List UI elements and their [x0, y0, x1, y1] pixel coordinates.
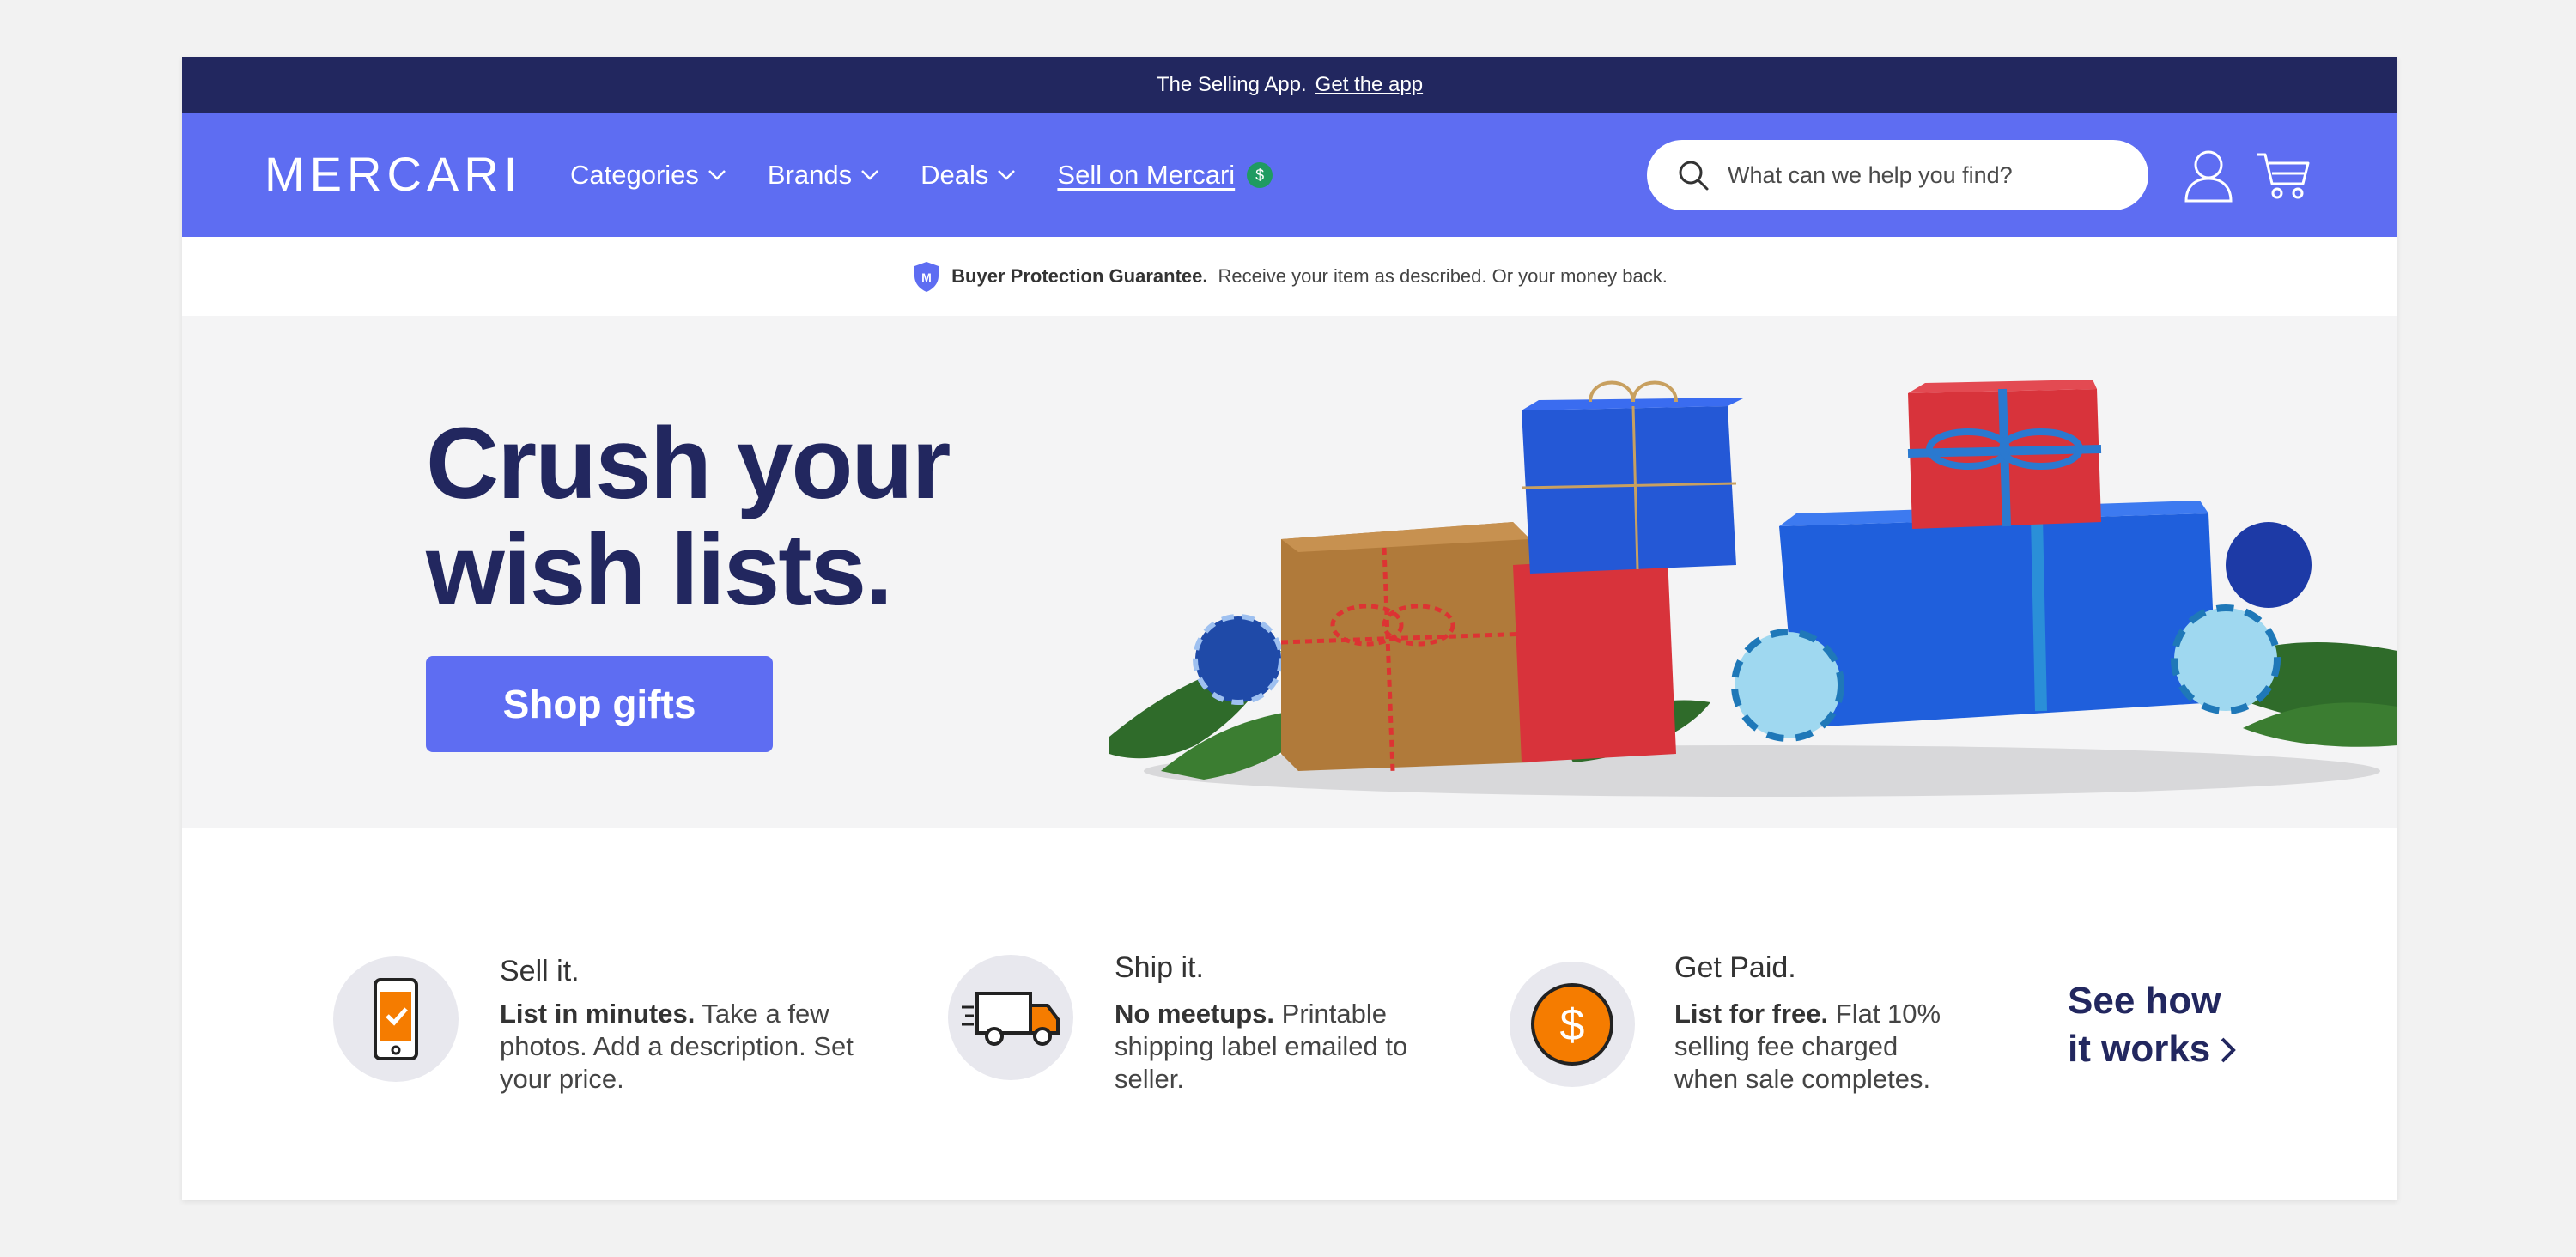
- sell-on-mercari-label: Sell on Mercari: [1057, 160, 1236, 190]
- phone-check-icon: [374, 978, 418, 1060]
- page-frame: The Selling App. Get the app MERCARI Cat…: [182, 57, 2397, 1200]
- account-icon[interactable]: [2183, 148, 2234, 203]
- sell-step-title: Sell it.: [500, 955, 580, 987]
- search-icon: [1679, 161, 1709, 191]
- see-how-it-works-link[interactable]: See how it works: [2068, 977, 2291, 1073]
- promo-text: The Selling App.: [1156, 73, 1307, 96]
- sell-step-circle: [333, 956, 459, 1082]
- ship-step-bold: No meetups.: [1115, 999, 1275, 1029]
- shield-icon: M: [914, 262, 939, 292]
- see-how-line1: See how: [2068, 980, 2221, 1022]
- hero-title-line1: Crush your: [426, 407, 951, 520]
- svg-text:M: M: [921, 270, 932, 284]
- sell-step-bold: List in minutes.: [500, 999, 696, 1029]
- paid-step-circle: $: [1510, 962, 1635, 1087]
- gift-boxes-image: [1109, 380, 2397, 797]
- hero-title-line2: wish lists.: [426, 513, 893, 627]
- nav-deals-label: Deals: [920, 160, 989, 190]
- chevron-right-icon: [2221, 1037, 2237, 1063]
- paid-step-bold: List for free.: [1674, 999, 1829, 1029]
- shop-gifts-button[interactable]: Shop gifts: [426, 656, 773, 752]
- dollar-badge-icon: $: [1247, 162, 1273, 188]
- buyer-protection-bar: M Buyer Protection Guarantee. Receive yo…: [182, 237, 2397, 316]
- guarantee-title: Buyer Protection Guarantee.: [951, 265, 1208, 287]
- chevron-down-icon: [708, 170, 726, 180]
- svg-text:MERCARI: MERCARI: [264, 147, 513, 197]
- ship-step-circle: [948, 955, 1073, 1080]
- mercari-logo[interactable]: MERCARI: [264, 146, 513, 197]
- dollar-coin-icon: $: [1531, 983, 1613, 1066]
- search-input[interactable]: [1728, 161, 2105, 189]
- hero-title: Crush your wish lists.: [426, 407, 951, 627]
- paid-step-desc: List for free. Flat 10% selling fee char…: [1674, 998, 1966, 1096]
- truck-icon: [962, 992, 1060, 1046]
- nav-categories-label: Categories: [570, 160, 699, 190]
- sell-step-desc: List in minutes. Take a few photos. Add …: [500, 998, 860, 1096]
- nav-categories[interactable]: Categories: [570, 160, 726, 191]
- promo-bar: The Selling App. Get the app: [182, 57, 2397, 113]
- nav-brands-label: Brands: [767, 160, 853, 190]
- cart-icon[interactable]: [2255, 149, 2312, 201]
- guarantee-text: Receive your item as described. Or your …: [1218, 265, 1668, 287]
- chevron-down-icon: [998, 170, 1016, 180]
- paid-step-title: Get Paid.: [1674, 951, 1796, 984]
- chevron-down-icon: [861, 170, 879, 180]
- ship-step-title: Ship it.: [1115, 951, 1204, 984]
- how-it-works: Sell it. List in minutes. Take a few pho…: [182, 828, 2397, 1200]
- get-app-link[interactable]: Get the app: [1315, 73, 1423, 97]
- main-nav: Categories Brands Deals Sell on Mercari …: [570, 113, 1273, 237]
- sell-on-mercari-link[interactable]: Sell on Mercari $: [1057, 160, 1273, 191]
- site-header: MERCARI Categories Brands Deals Sell on …: [182, 113, 2397, 237]
- nav-brands[interactable]: Brands: [768, 160, 879, 191]
- search-bar[interactable]: [1647, 140, 2148, 210]
- svg-text:$: $: [1560, 1000, 1585, 1050]
- ship-step-desc: No meetups. Printable shipping label ema…: [1115, 998, 1424, 1096]
- nav-deals[interactable]: Deals: [920, 160, 1016, 191]
- see-how-line2: it works: [2068, 1025, 2291, 1073]
- hero-banner: Crush your wish lists. Shop gifts: [182, 316, 2397, 828]
